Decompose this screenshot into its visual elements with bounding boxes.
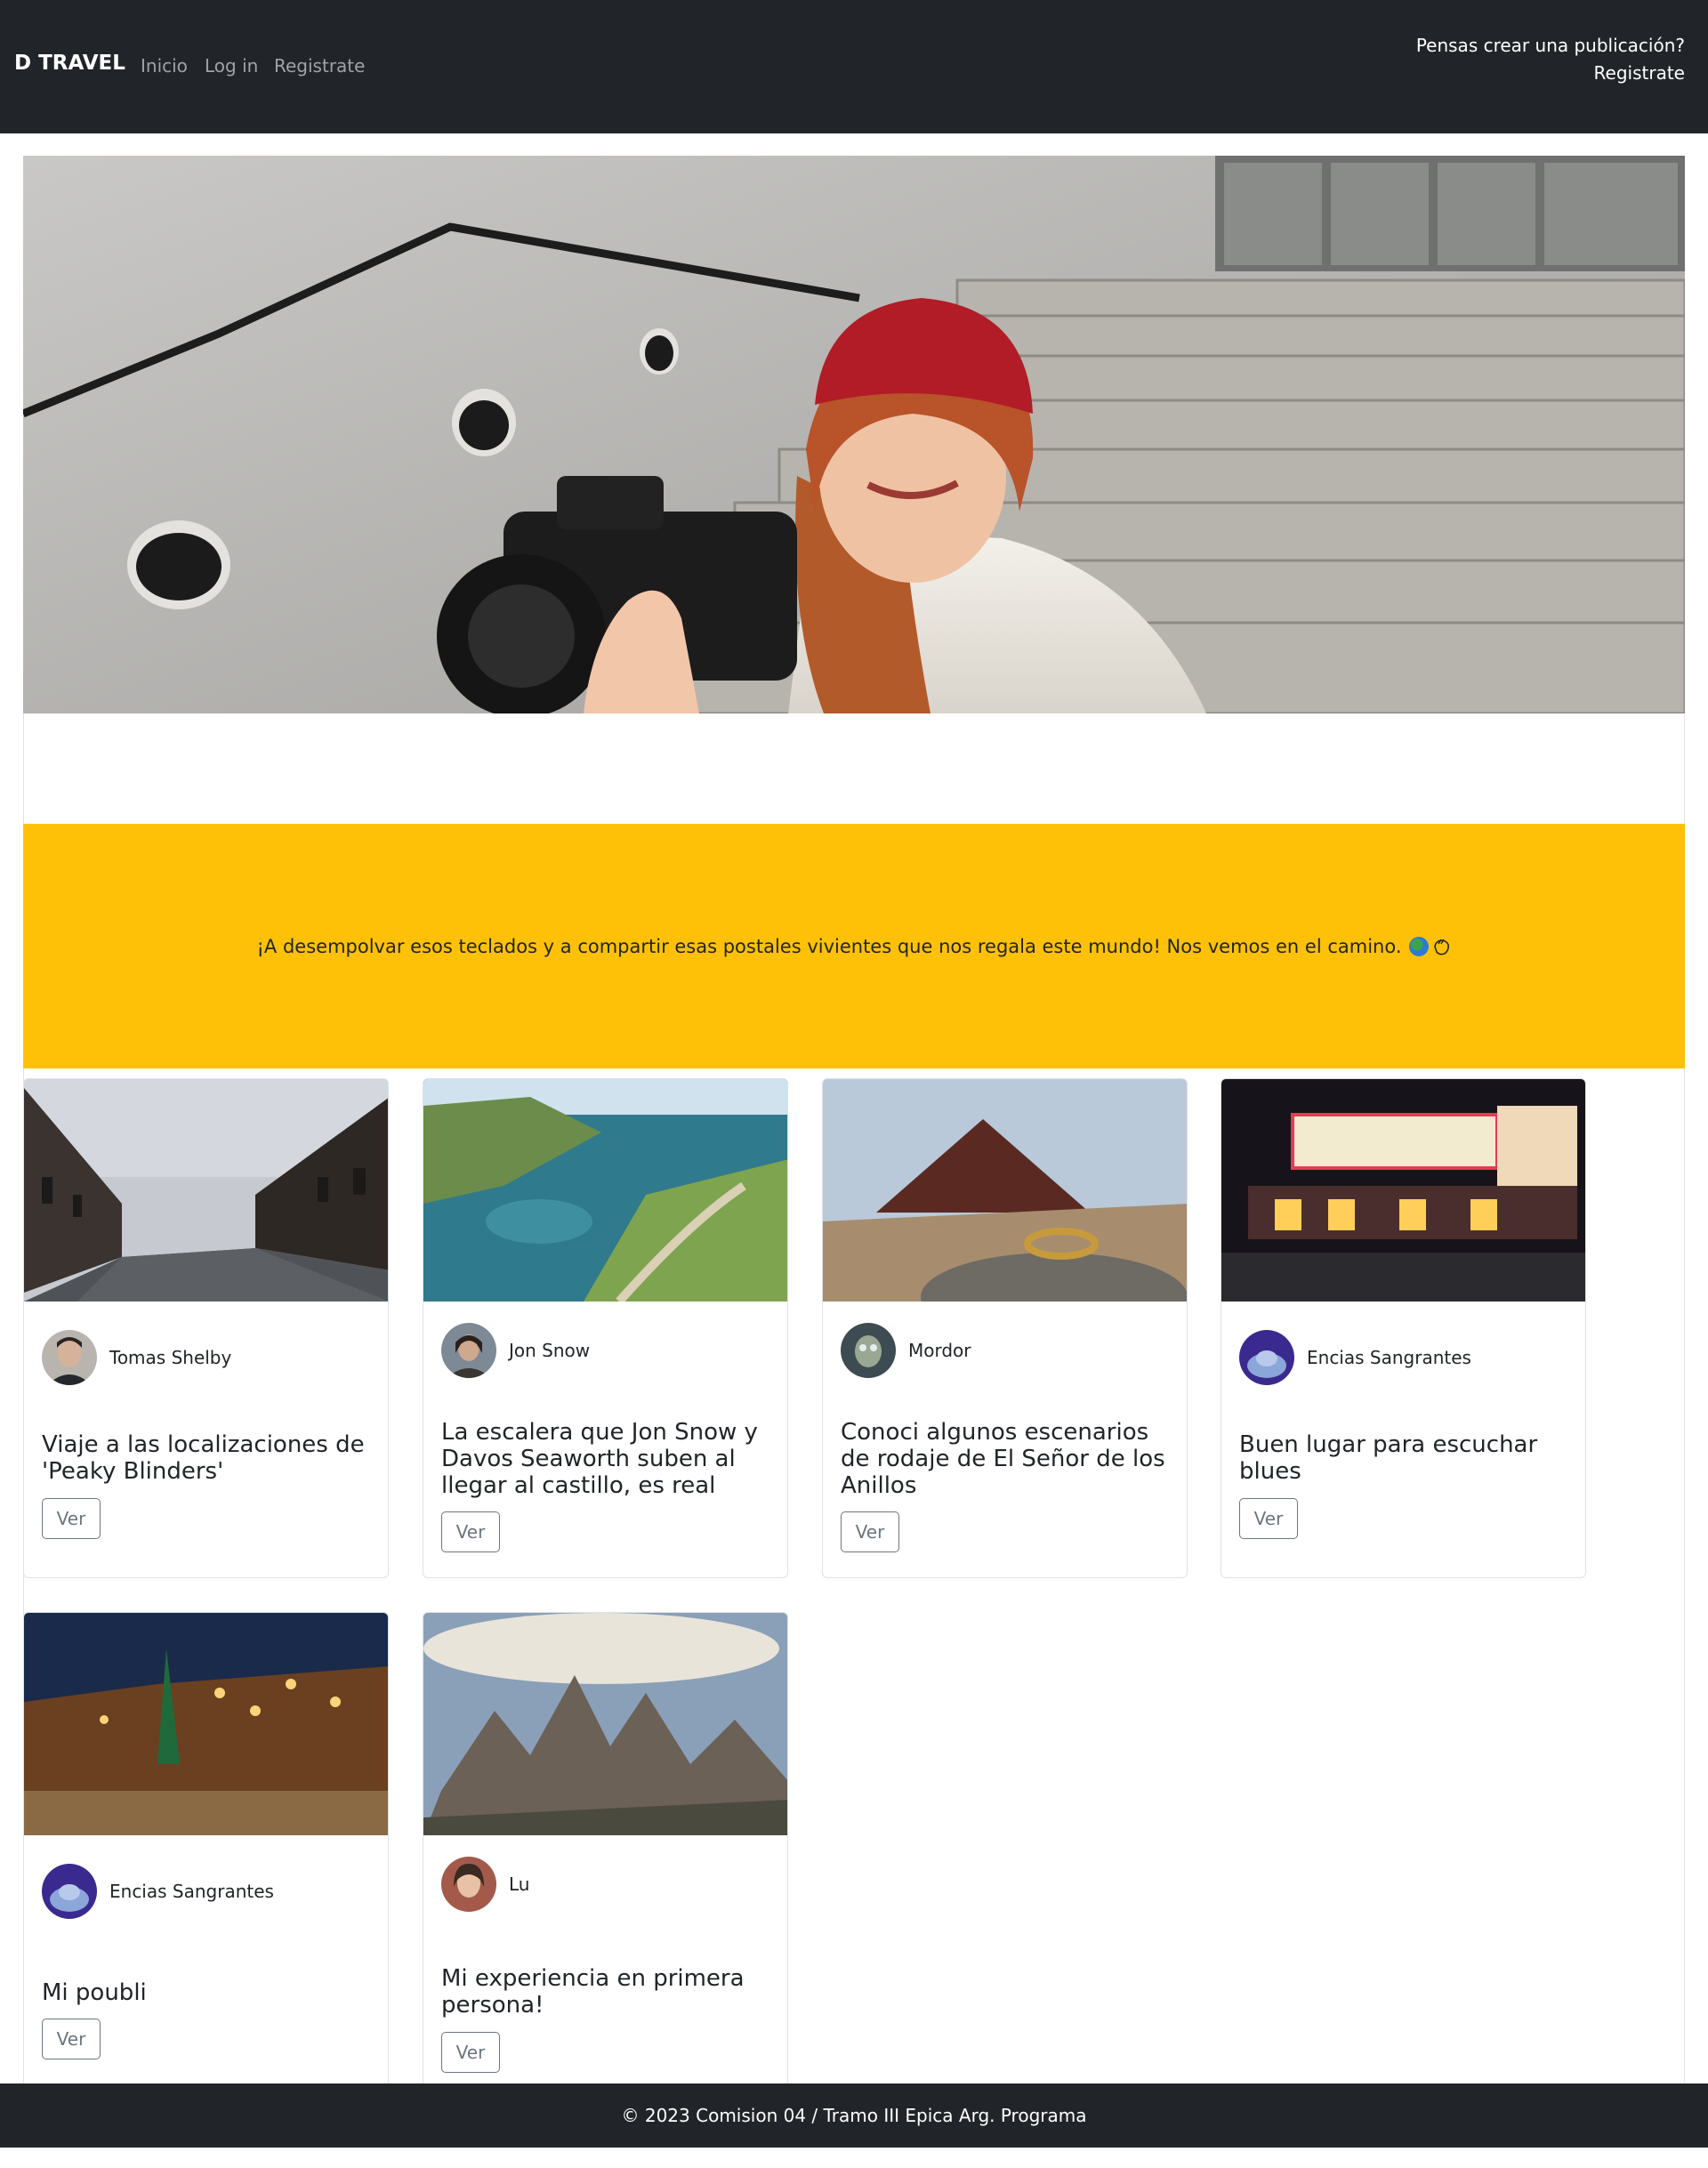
view-post-button[interactable]: Ver — [841, 1511, 899, 1552]
author-avatar — [42, 1330, 97, 1385]
post-title: Buen lugar para escuchar blues — [1239, 1431, 1538, 1485]
post-image — [423, 1079, 787, 1302]
post-title: Mi poubli — [42, 1979, 147, 2006]
post-author: Encias Sangrantes — [1239, 1330, 1471, 1385]
view-post-button[interactable]: Ver — [441, 2032, 500, 2073]
author-name[interactable]: Lu — [509, 1874, 529, 1895]
post-author: Lu — [441, 1857, 529, 1912]
author-avatar — [841, 1323, 896, 1378]
view-post-button[interactable]: Ver — [42, 2019, 101, 2059]
view-post-button[interactable]: Ver — [1239, 1498, 1298, 1539]
post-image — [24, 1613, 388, 1835]
footer-text: © 2023 Comision 04 / Tramo III Epica Arg… — [621, 2105, 1087, 2126]
view-post-button[interactable]: Ver — [42, 1498, 101, 1539]
author-name[interactable]: Tomas Shelby — [109, 1347, 231, 1368]
post-card: Mordor Conoci algunos escenarios de roda… — [822, 1078, 1188, 1578]
author-avatar — [42, 1864, 97, 1919]
post-title: Mi experiencia en primera persona! — [441, 1965, 745, 2019]
page-footer: © 2023 Comision 04 / Tramo III Epica Arg… — [0, 2083, 1708, 2148]
welcome-banner: ¡A desempolvar esos teclados y a compart… — [23, 824, 1685, 1068]
nav-cta-question: Pensas crear una publicación? — [1415, 35, 1685, 56]
post-author: Jon Snow — [441, 1323, 590, 1378]
brand-logo[interactable]: D TRAVEL — [14, 52, 125, 75]
author-avatar — [441, 1323, 496, 1378]
nav-link-login[interactable]: Log in — [205, 55, 258, 77]
post-author: Mordor — [841, 1323, 971, 1378]
globe-icon — [1408, 936, 1429, 956]
waving-hand-icon — [1433, 939, 1449, 955]
nav-link-inicio[interactable]: Inicio — [141, 55, 188, 77]
banner-text: ¡A desempolvar esos teclados y a compart… — [256, 935, 1402, 957]
author-name[interactable]: Jon Snow — [509, 1340, 590, 1361]
nav-cta: Pensas crear una publicación? Registrate — [1416, 32, 1685, 87]
view-post-button[interactable]: Ver — [441, 1511, 500, 1552]
post-card: Tomas Shelby Viaje a las localizaciones … — [23, 1078, 389, 1578]
post-image — [1221, 1079, 1585, 1302]
post-image — [823, 1079, 1187, 1302]
author-avatar — [441, 1857, 496, 1912]
nav-link-registrate[interactable]: Registrate — [274, 55, 365, 77]
top-navbar: D TRAVEL Inicio Log in Registrate Pensas… — [0, 0, 1708, 133]
post-title: Viaje a las localizaciones de 'Peaky Bli… — [42, 1431, 365, 1485]
nav-cta-register-link[interactable]: Registrate — [1594, 62, 1685, 84]
post-title: Conoci algunos escenarios de rodaje de E… — [841, 1419, 1165, 1499]
post-card: Jon Snow La escalera que Jon Snow y Davo… — [423, 1078, 788, 1578]
hero-image — [23, 156, 1685, 713]
post-card: Lu Mi experiencia en primera persona! Ve… — [423, 1612, 788, 2110]
post-title: La escalera que Jon Snow y Davos Seawort… — [441, 1419, 758, 1499]
post-image — [423, 1613, 787, 1835]
author-avatar — [1239, 1330, 1294, 1385]
author-name[interactable]: Encias Sangrantes — [1307, 1347, 1471, 1368]
author-name[interactable]: Mordor — [908, 1340, 971, 1361]
post-author: Tomas Shelby — [42, 1330, 231, 1385]
post-author: Encias Sangrantes — [42, 1864, 274, 1919]
post-card: Encias Sangrantes Buen lugar para escuch… — [1221, 1078, 1586, 1578]
post-image — [24, 1079, 388, 1302]
post-card: Encias Sangrantes Mi poubli Ver — [23, 1612, 389, 2110]
author-name[interactable]: Encias Sangrantes — [109, 1881, 274, 1902]
